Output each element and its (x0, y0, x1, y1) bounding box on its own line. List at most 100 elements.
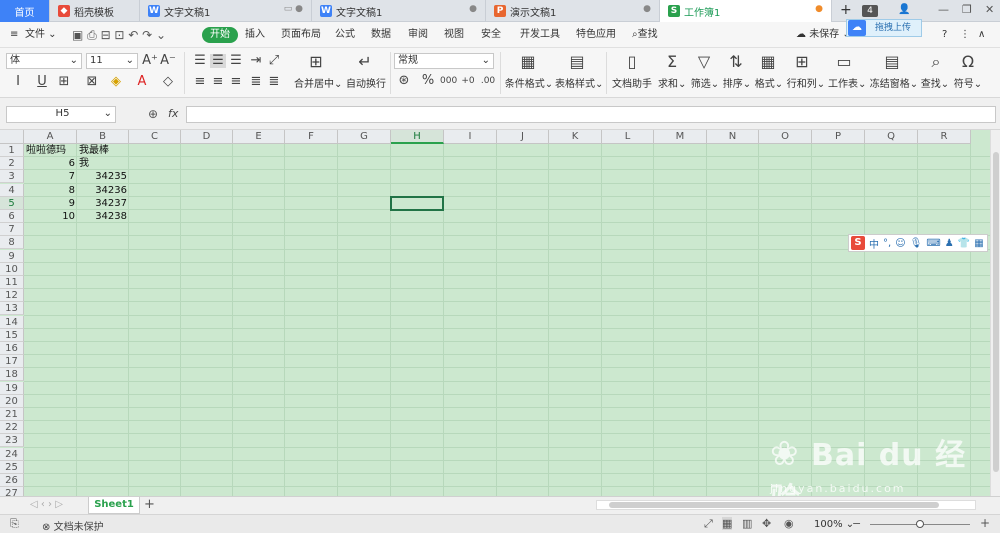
row-header-26[interactable]: 26 (0, 474, 24, 487)
sheet-nav-arrows-icon[interactable]: ◁ ‹ › ▷ (30, 499, 63, 510)
save-status[interactable]: ☁ 未保存 ⌄ (796, 22, 851, 48)
horizontal-scrollbar[interactable] (596, 500, 976, 510)
row-header-12[interactable]: 12 (0, 289, 24, 303)
column-header-e[interactable]: E (233, 130, 285, 144)
column-header-k[interactable]: K (549, 130, 602, 144)
select-all-corner[interactable] (0, 130, 24, 144)
page-break-view-icon[interactable]: ▥ (742, 517, 752, 530)
row-header-6[interactable]: 6 (0, 210, 24, 223)
sort-button[interactable]: 排序⌄ (722, 75, 752, 90)
row-header-19[interactable]: 19 (0, 381, 24, 395)
column-header-n[interactable]: N (707, 130, 759, 144)
protect-status[interactable]: ⊗ 文档未保护 (42, 518, 104, 533)
zoom-in-icon[interactable]: + (980, 516, 990, 530)
find-button[interactable]: 查找⌄ (920, 75, 950, 90)
auto-wrap-button[interactable]: 自动换行 (344, 75, 388, 90)
align-right-icon[interactable]: ≡ (228, 75, 244, 89)
eye-protection-icon[interactable]: ◉ (784, 517, 794, 530)
tab-close-icon[interactable]: ● (469, 4, 477, 14)
menu-search[interactable]: ⌕查找 (632, 22, 658, 48)
zoom-level[interactable]: 100% ⌄ (814, 519, 854, 530)
column-header-m[interactable]: M (654, 130, 707, 144)
row-header-11[interactable]: 11 (0, 276, 24, 289)
column-header-o[interactable]: O (759, 130, 812, 144)
font-color-icon[interactable]: A (134, 75, 150, 89)
normal-view-icon[interactable]: ▦ (722, 517, 733, 530)
menu-tab-formula[interactable]: 公式 (335, 22, 355, 48)
row-header-21[interactable]: 21 (0, 408, 24, 421)
zoom-slider[interactable] (870, 520, 970, 528)
menu-tab-view[interactable]: 视图 (444, 22, 464, 48)
merge-center-button[interactable]: 合并居中⌄ (294, 75, 342, 90)
vertical-scroll-thumb[interactable] (993, 152, 999, 472)
percent-icon[interactable]: % (420, 74, 436, 88)
keyboard-icon[interactable]: ⌨ (926, 238, 940, 249)
distribute-icon[interactable]: ≣ (266, 75, 282, 89)
cell-a5[interactable]: 9 (24, 197, 77, 210)
decrease-font-icon[interactable]: A⁻ (160, 54, 176, 68)
thousands-icon[interactable]: 000 (440, 74, 457, 88)
number-format-select[interactable]: 常规 ⌄ (394, 53, 494, 69)
vertical-scrollbar[interactable] (990, 130, 1000, 496)
increase-decimal-icon[interactable]: +0 (460, 74, 476, 88)
microphone-icon[interactable]: 🎙 (910, 238, 923, 249)
row-header-27[interactable]: 27 (0, 487, 24, 496)
row-col-button[interactable]: 行和列⌄ (786, 75, 826, 90)
reading-view-icon[interactable]: ✥ (762, 517, 771, 530)
menu-tab-security[interactable]: 安全 (481, 22, 501, 48)
bold-icon[interactable]: I (10, 75, 26, 89)
unsaved-dot-icon[interactable]: ● (815, 4, 823, 14)
macro-icon[interactable]: ⎘ (10, 517, 19, 531)
menu-tab-developer[interactable]: 开发工具 (520, 22, 560, 48)
column-header-c[interactable]: C (129, 130, 181, 144)
ime-toolbar[interactable]: S 中 °, ☺ 🎙 ⌨ ♟ 👕 ▦ (848, 234, 988, 252)
row-header-3[interactable]: 3 (0, 170, 24, 184)
row-header-2[interactable]: 2 (0, 157, 24, 171)
row-header-14[interactable]: 14 (0, 315, 24, 329)
doc-helper-button[interactable]: 文档助手 (610, 75, 654, 90)
align-left-icon[interactable]: ≡ (192, 75, 208, 89)
decrease-decimal-icon[interactable]: .00 (480, 74, 496, 88)
sum-button[interactable]: 求和⌄ (658, 75, 686, 90)
column-header-b[interactable]: B (77, 130, 129, 144)
cell-a3[interactable]: 7 (24, 170, 77, 183)
text-style-icon[interactable]: ⊠ (84, 75, 100, 89)
align-top-icon[interactable]: ☰ (192, 54, 208, 68)
row-header-7[interactable]: 7 (0, 223, 24, 237)
column-header-l[interactable]: L (602, 130, 654, 144)
column-header-r[interactable]: R (918, 130, 971, 144)
menu-tab-insert[interactable]: 插入 (245, 22, 265, 48)
cell-b2[interactable]: 我 (77, 157, 129, 170)
indent-icon[interactable]: ⇥ (248, 54, 264, 68)
punctuation-icon[interactable]: °, (883, 238, 891, 249)
new-tab-plus-icon[interactable]: + (840, 3, 852, 17)
menu-tab-start[interactable]: 开始 (202, 27, 238, 43)
collapse-ribbon-icon[interactable]: ∧ (978, 22, 985, 48)
help-icon[interactable]: ? (942, 22, 947, 48)
add-sheet-plus-icon[interactable]: + (144, 498, 155, 512)
worksheet-grid[interactable]: ABCDEFGHIJKLMNOPQR 1 2 3 4 5 6 7 8 9 10 11 12 13 14 15… (0, 130, 990, 496)
emoji-icon[interactable]: ☺ (895, 238, 905, 249)
row-header-20[interactable]: 20 (0, 394, 24, 408)
row-header-17[interactable]: 17 (0, 355, 24, 369)
cell-b1[interactable]: 我最棒 (77, 144, 129, 157)
tab-docer-templates[interactable]: ◆ 稻壳模板 (50, 0, 140, 22)
row-header-8[interactable]: 8 (0, 236, 24, 250)
hamburger-icon[interactable]: ≡ (10, 22, 18, 48)
row-header-18[interactable]: 18 (0, 368, 24, 382)
row-header-10[interactable]: 10 (0, 262, 24, 276)
column-header-q[interactable]: Q (865, 130, 918, 144)
tab-home[interactable]: 首页 (0, 0, 50, 22)
fill-color-icon[interactable]: ◈ (108, 75, 124, 89)
column-header-g[interactable]: G (338, 130, 391, 144)
tab-workbook-1[interactable]: S 工作簿1 ● (660, 0, 832, 22)
column-header-i[interactable]: I (444, 130, 497, 144)
user-icon[interactable]: ♟ (945, 238, 954, 249)
row-header-13[interactable]: 13 (0, 302, 24, 316)
cell-b5[interactable]: 34237 (77, 197, 129, 210)
cell-b4[interactable]: 34236 (77, 184, 129, 197)
file-menu[interactable]: 文件 ⌄ (25, 22, 57, 48)
zoom-out-icon[interactable]: − (852, 517, 861, 530)
function-icon[interactable]: fx (168, 107, 178, 120)
row-header-15[interactable]: 15 (0, 328, 24, 342)
